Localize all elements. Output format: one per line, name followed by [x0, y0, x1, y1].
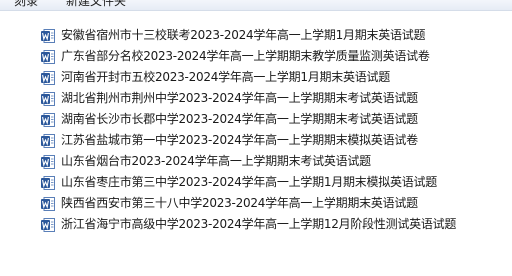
- word-document-icon: [41, 49, 55, 64]
- file-item[interactable]: 江苏省盐城市第一中学2023-2024学年高一上学期期末模拟英语试卷: [41, 131, 418, 150]
- word-document-icon: [41, 133, 55, 148]
- file-list: 安徽省宿州市十三校联考2023-2024学年高一上学期1月期末英语试题 广东省部…: [0, 0, 512, 276]
- file-item[interactable]: 山东省烟台市2023-2024学年高一上学期期末考试英语试题: [41, 152, 371, 171]
- file-name: 广东省部分名校2023-2024学年高一上学期期末教学质量监测英语试卷: [61, 49, 430, 63]
- word-document-icon: [41, 154, 55, 169]
- file-item[interactable]: 湖北省荆州市荆州中学2023-2024学年高一上学期期末考试英语试题: [41, 89, 418, 108]
- file-name: 浙江省海宁市高级中学2023-2024学年高一上学期12月阶段性测试英语试题: [61, 217, 457, 231]
- word-document-icon: [41, 175, 55, 190]
- file-item[interactable]: 河南省开封市五校2023-2024学年高一上学期1月期末英语试题: [41, 68, 390, 87]
- file-item[interactable]: 湖南省长沙市长郡中学2023-2024学年高一上学期期末考试英语试题: [41, 110, 418, 129]
- word-document-icon: [41, 28, 55, 43]
- word-document-icon: [41, 70, 55, 85]
- word-document-icon: [41, 217, 55, 232]
- file-name: 山东省枣庄市第三中学2023-2024学年高一上学期1月期末模拟英语试题: [61, 175, 438, 189]
- word-document-icon: [41, 196, 55, 211]
- file-item[interactable]: 广东省部分名校2023-2024学年高一上学期期末教学质量监测英语试卷: [41, 47, 430, 66]
- word-document-icon: [41, 112, 55, 127]
- file-name: 山东省烟台市2023-2024学年高一上学期期末考试英语试题: [61, 154, 371, 168]
- file-name: 湖南省长沙市长郡中学2023-2024学年高一上学期期末考试英语试题: [61, 112, 418, 126]
- file-item[interactable]: 山东省枣庄市第三中学2023-2024学年高一上学期1月期末模拟英语试题: [41, 173, 437, 192]
- file-name: 江苏省盐城市第一中学2023-2024学年高一上学期期末模拟英语试卷: [61, 133, 418, 147]
- file-name: 河南省开封市五校2023-2024学年高一上学期1月期末英语试题: [61, 70, 391, 84]
- file-item[interactable]: 陕西省西安市第三十八中学2023-2024学年高一上学期期末英语试题: [41, 194, 418, 213]
- file-item[interactable]: 安徽省宿州市十三校联考2023-2024学年高一上学期1月期末英语试题: [41, 26, 426, 45]
- file-name: 陕西省西安市第三十八中学2023-2024学年高一上学期期末英语试题: [61, 196, 418, 210]
- file-item[interactable]: 浙江省海宁市高级中学2023-2024学年高一上学期12月阶段性测试英语试题: [41, 215, 456, 234]
- file-name: 安徽省宿州市十三校联考2023-2024学年高一上学期1月期末英语试题: [61, 28, 426, 42]
- word-document-icon: [41, 91, 55, 106]
- file-name: 湖北省荆州市荆州中学2023-2024学年高一上学期期末考试英语试题: [61, 91, 418, 105]
